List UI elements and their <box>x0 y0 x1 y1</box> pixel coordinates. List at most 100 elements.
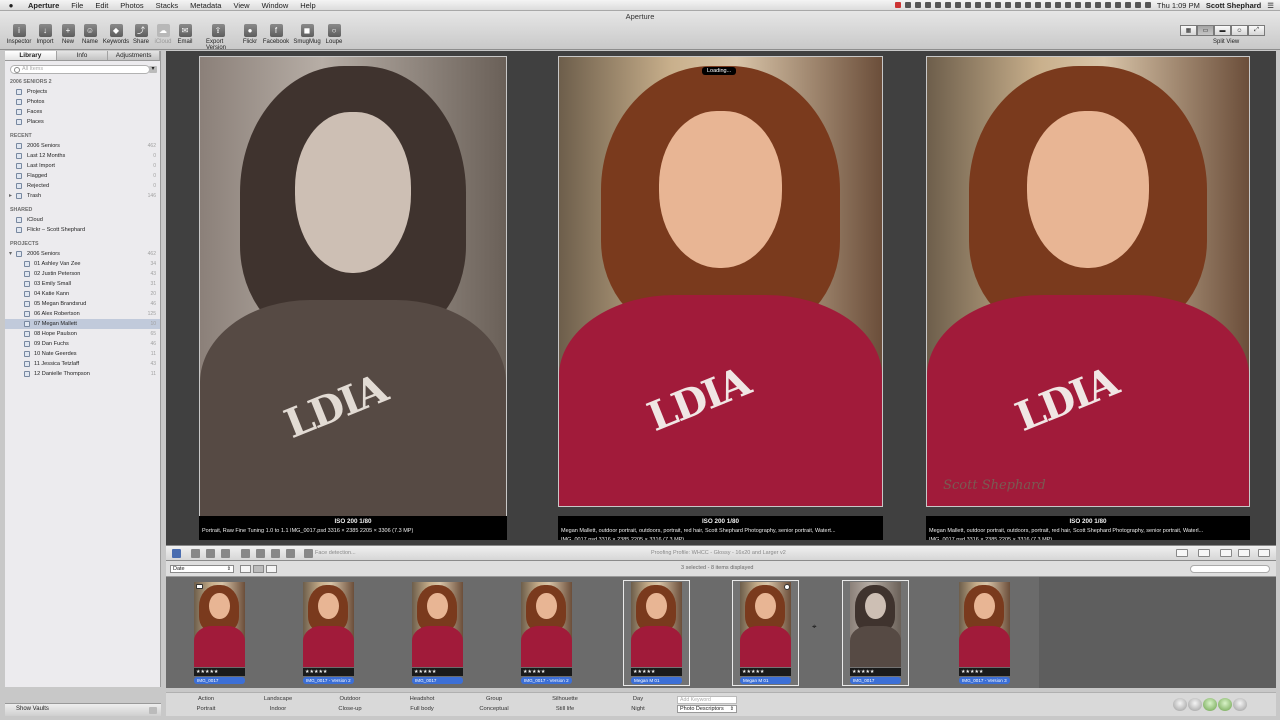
sidebar-item-project[interactable]: 12 Danielle Thompson 11 <box>5 369 160 379</box>
stack-icon[interactable] <box>196 584 203 589</box>
sidebar-item-project[interactable]: 09 Dan Fuchs 46 <box>5 339 160 349</box>
filmstrip-thumbnail[interactable]: ★★★★★ IMG_0017 <box>405 581 470 685</box>
filmstrip-thumbnail[interactable]: ★★★★★ IMG_0017 <box>187 581 252 685</box>
keyword-button[interactable]: Day <box>602 695 674 704</box>
keyword-preset-select[interactable]: Photo Descriptors <box>677 705 737 713</box>
viewer-option-icon[interactable] <box>1198 549 1210 557</box>
sidebar-item-project-folder[interactable]: 2006 Seniors 462 <box>5 249 160 259</box>
faces-button[interactable]: ☺ <box>1231 25 1248 36</box>
show-vaults-button[interactable]: Show Vaults <box>16 706 49 712</box>
viewer-option-icon[interactable] <box>1238 549 1250 557</box>
filmstrip-thumbnail[interactable]: ★★★★★ IMG_0017 <box>842 580 909 686</box>
sidebar-item-shared[interactable]: iCloud <box>5 215 160 225</box>
sidebar-item-recent[interactable]: Trash 146 <box>5 191 160 201</box>
star-rating[interactable]: ★★★★★ <box>959 668 1010 676</box>
clock[interactable]: Thu 1:09 PM <box>1157 1 1200 10</box>
viewer-option-icon[interactable] <box>1220 549 1232 557</box>
filmstrip-thumbnail[interactable]: ★★★★★ Megan M 01 <box>732 580 799 686</box>
sidebar-item-recent[interactable]: 2006 Seniors 462 <box>5 141 160 151</box>
tab-info[interactable]: Info <box>57 51 109 60</box>
face-detection-label[interactable]: Face detection... <box>315 550 356 556</box>
list-view-icon[interactable] <box>266 565 277 573</box>
sidebar-action-icon[interactable]: ▾ <box>149 66 157 73</box>
sidebar-item-project[interactable]: 08 Hope Paulson 65 <box>5 329 160 339</box>
keyword-button[interactable]: Full body <box>386 705 458 714</box>
browser-search-input[interactable] <box>1190 565 1270 573</box>
apple-menu-icon[interactable]: ● <box>0 1 22 10</box>
filmstrip-thumbnail[interactable]: ★★★★★ IMG_0017 - Version 2 <box>296 581 361 685</box>
keyword-button[interactable]: Conceptual <box>458 705 530 714</box>
sidebar-item-project[interactable]: 11 Jessica Tetzlaff 43 <box>5 359 160 369</box>
redeye-tool-icon[interactable] <box>271 549 280 558</box>
star-rating[interactable]: ★★★★★ <box>194 668 245 676</box>
sidebar-item-library[interactable]: Photos <box>5 97 160 107</box>
facebook-button[interactable]: f Facebook <box>263 24 289 45</box>
menu-metadata[interactable]: Metadata <box>184 1 227 10</box>
sidebar-item-project[interactable]: 05 Megan Brandsrud 46 <box>5 299 160 309</box>
sidebar-item-recent[interactable]: Flagged 0 <box>5 171 160 181</box>
star-rating[interactable]: ★★★★★ <box>521 668 572 676</box>
browser-view-button[interactable]: ▦ <box>1180 25 1197 36</box>
keyword-button[interactable]: Close-up <box>314 705 386 714</box>
viewer-option-icon[interactable] <box>1176 549 1188 557</box>
split-view-button[interactable]: ▭ <box>1197 25 1214 36</box>
lift-tool-icon[interactable] <box>206 549 215 558</box>
sidebar-item-project[interactable]: 07 Megan Mallett 10 <box>5 319 160 329</box>
sidebar-item-project[interactable]: 01 Ashley Van Zee 34 <box>5 259 160 269</box>
keyword-button[interactable]: Action <box>170 695 242 704</box>
add-keyword-input[interactable]: Add Keyword <box>677 696 737 704</box>
selection-tool-icon[interactable] <box>172 549 181 558</box>
menu-extras[interactable] <box>894 2 1151 8</box>
photo-viewer-image[interactable]: LDIA <box>558 56 883 507</box>
keyword-button[interactable]: Night <box>602 705 674 714</box>
crop-tool-icon[interactable] <box>256 549 265 558</box>
viewer-view-button[interactable]: ▬ <box>1214 25 1231 36</box>
sidebar-item-shared[interactable]: Flickr – Scott Shephard <box>5 225 160 235</box>
new-button[interactable]: + New <box>56 24 80 45</box>
sidebar-item-project[interactable]: 02 Justin Peterson 43 <box>5 269 160 279</box>
sidebar-item-recent[interactable]: Rejected 0 <box>5 181 160 191</box>
menu-view[interactable]: View <box>227 1 255 10</box>
share-button[interactable]: ⤴ Share <box>129 24 153 45</box>
library-search-input[interactable]: All Items <box>10 65 150 74</box>
sidebar-item-library[interactable]: Places <box>5 117 160 127</box>
icloud-button[interactable]: ☁ iCloud <box>151 24 175 45</box>
email-button[interactable]: ✉ Email <box>173 24 197 45</box>
sort-direction-icon[interactable] <box>240 565 251 573</box>
reject-button[interactable] <box>1173 698 1187 711</box>
approve-button[interactable] <box>1203 698 1217 711</box>
name-button[interactable]: ☺ Name <box>78 24 102 45</box>
star-rating[interactable]: ★★★★★ <box>412 668 463 676</box>
star-rating[interactable]: ★★★★★ <box>850 668 901 676</box>
menu-photos[interactable]: Photos <box>114 1 149 10</box>
sort-select[interactable]: Date <box>170 565 234 573</box>
keyword-button[interactable]: Indoor <box>242 705 314 714</box>
keyword-button[interactable]: Outdoor <box>314 695 386 704</box>
sidebar-item-library[interactable]: Projects <box>5 87 160 97</box>
photo-viewer-image[interactable]: LDIA Scott Shephard <box>926 56 1250 507</box>
viewer-option-icon[interactable] <box>1258 549 1270 557</box>
keyword-button[interactable]: Group <box>458 695 530 704</box>
sidebar-item-project[interactable]: 04 Katie Kann 20 <box>5 289 160 299</box>
sidebar-item-project[interactable]: 10 Nate Geerdes 11 <box>5 349 160 359</box>
keyword-button[interactable]: Headshot <box>386 695 458 704</box>
menu-edit[interactable]: Edit <box>89 1 114 10</box>
sidebar-item-recent[interactable]: Last 12 Months 0 <box>5 151 160 161</box>
face-detection-icon[interactable] <box>304 549 313 558</box>
sidebar-item-project[interactable]: 06 Alex Robertson 125 <box>5 309 160 319</box>
smugmug-button[interactable]: ◼ SmugMug <box>293 24 321 45</box>
sidebar-item-project[interactable]: 03 Emily Small 31 <box>5 279 160 289</box>
keyword-button[interactable]: Portrait <box>170 705 242 714</box>
star-rating[interactable]: ★★★★★ <box>303 668 354 676</box>
app-menu[interactable]: Aperture <box>22 1 65 10</box>
pick-button[interactable] <box>1218 698 1232 711</box>
keyword-button[interactable]: Silhouette <box>529 695 601 704</box>
flickr-button[interactable]: ● Flickr <box>238 24 262 45</box>
sidebar-item-library[interactable]: Faces <box>5 107 160 117</box>
user-name[interactable]: Scott Shephard <box>1206 1 1261 10</box>
filmstrip-thumbnail[interactable]: ★★★★★ IMG_0017 - Version 3 <box>952 581 1017 685</box>
gear-icon[interactable] <box>149 707 157 714</box>
keyword-button[interactable]: Still life <box>529 705 601 714</box>
export-version-button[interactable]: ⇪ Export Version <box>206 24 230 51</box>
rating-button[interactable] <box>1188 698 1202 711</box>
